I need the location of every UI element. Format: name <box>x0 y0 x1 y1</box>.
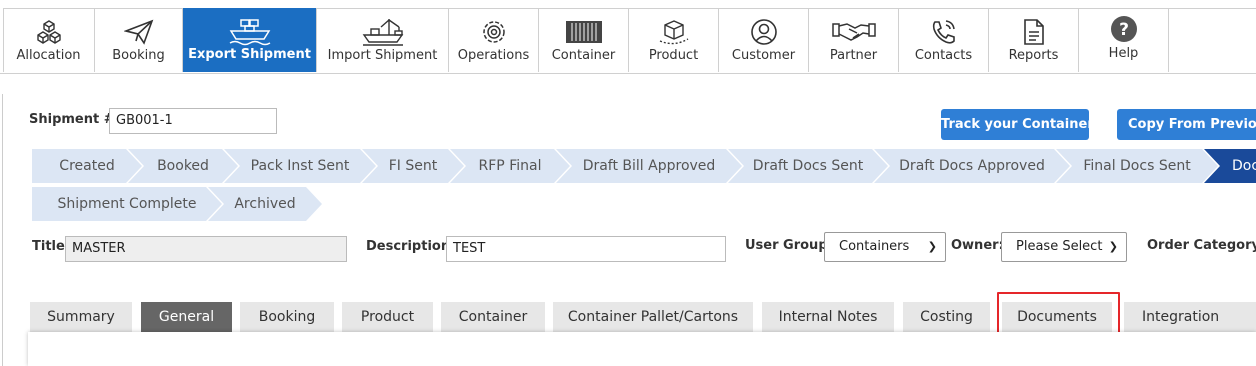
tab-costing[interactable]: Costing <box>903 302 990 333</box>
nav-label: Export Shipment <box>188 47 311 62</box>
tab-container-pallet-cartons[interactable]: Container Pallet/Cartons <box>553 302 753 333</box>
owner-value: Please Select <box>1016 239 1103 254</box>
status-step-draft-docs-approved[interactable]: Draft Docs Approved <box>874 149 1070 183</box>
user-icon <box>719 17 808 47</box>
user-group-label: User Group: <box>745 238 833 253</box>
status-step-fi-sent[interactable]: FI Sent <box>362 149 464 183</box>
status-step-archived[interactable]: Archived <box>208 187 322 221</box>
order-category-label: Order Category: <box>1147 238 1256 253</box>
nav-item-allocation[interactable]: Allocation <box>3 8 95 72</box>
chevron-down-icon: ❯ <box>1108 240 1118 253</box>
status-step-shipment-complete[interactable]: Shipment Complete <box>32 187 222 221</box>
description-input[interactable]: TEST <box>446 236 726 262</box>
document-icon <box>989 17 1078 47</box>
status-step-created[interactable]: Created <box>32 149 142 183</box>
status-step-final-docs-sent[interactable]: Final Docs Sent <box>1056 149 1218 183</box>
owner-select[interactable]: Please Select ❯ <box>1001 232 1127 262</box>
title-input[interactable]: MASTER <box>65 236 347 262</box>
status-step-draft-bill-approved[interactable]: Draft Bill Approved <box>556 149 742 183</box>
tab-summary[interactable]: Summary <box>30 302 132 333</box>
tab-integration[interactable]: Integration <box>1124 302 1256 333</box>
nav-item-import-shipment[interactable]: Import Shipment <box>317 8 449 72</box>
help-icon: ? <box>1079 14 1168 44</box>
nav-item-customer[interactable]: Customer <box>719 8 809 72</box>
nav-label: Customer <box>731 48 796 63</box>
nav-label: Help <box>1108 46 1139 61</box>
allocation-icon <box>3 17 94 47</box>
top-navigation: Allocation Booking Export Shipment Impor… <box>0 0 1256 74</box>
nav-label: Reports <box>1008 48 1059 63</box>
crane-ship-icon <box>317 17 448 47</box>
nav-item-help[interactable]: ? Help <box>1079 8 1169 72</box>
tab-general[interactable]: General <box>141 302 232 333</box>
nav-item-reports[interactable]: Reports <box>989 8 1079 72</box>
status-step-draft-docs-sent[interactable]: Draft Docs Sent <box>728 149 888 183</box>
status-step-pack-inst-sent[interactable]: Pack Inst Sent <box>224 149 376 183</box>
tab-product[interactable]: Product <box>342 302 433 333</box>
box-icon <box>629 17 718 47</box>
nav-item-product[interactable]: Product <box>629 8 719 72</box>
nav-label: Allocation <box>16 48 81 63</box>
chevron-down-icon: ❯ <box>927 240 937 253</box>
status-step-rfp-final[interactable]: RFP Final <box>450 149 570 183</box>
nav-item-export-shipment[interactable]: Export Shipment <box>183 8 317 72</box>
gear-icon <box>449 17 538 47</box>
tab-internal-notes[interactable]: Internal Notes <box>762 302 894 333</box>
user-group-value: Containers <box>839 239 910 254</box>
nav-label: Container <box>551 48 616 63</box>
svg-text:?: ? <box>1119 20 1129 40</box>
paper-plane-icon <box>95 17 182 47</box>
track-container-button[interactable]: Track your Container <box>941 109 1089 140</box>
tab-content-panel <box>28 332 1256 366</box>
nav-label: Booking <box>112 48 165 63</box>
content-left-border <box>2 94 3 366</box>
owner-label: Owner: <box>951 238 1004 253</box>
nav-item-container[interactable]: Container <box>539 8 629 72</box>
nav-label: Import Shipment <box>327 48 438 63</box>
ship-icon <box>183 17 316 47</box>
nav-label: Partner <box>829 48 878 63</box>
copy-from-previous-button[interactable]: Copy From Previous I <box>1117 109 1256 140</box>
handshake-icon <box>809 17 898 47</box>
nav-item-contacts[interactable]: Contacts <box>899 8 989 72</box>
nav-label: Product <box>648 48 699 63</box>
shipment-number-label: Shipment #: <box>29 112 120 127</box>
nav-item-operations[interactable]: Operations <box>449 8 539 72</box>
description-label: Description: <box>366 239 456 254</box>
shipment-number-input[interactable]: GB001-1 <box>109 108 277 134</box>
nav-label: Contacts <box>914 48 973 63</box>
tab-container[interactable]: Container <box>441 302 545 333</box>
nav-item-booking[interactable]: Booking <box>95 8 183 72</box>
phone-icon <box>899 17 988 47</box>
tab-booking[interactable]: Booking <box>240 302 334 333</box>
nav-label: Operations <box>457 48 530 63</box>
container-icon <box>539 17 628 47</box>
status-step-booked[interactable]: Booked <box>128 149 238 183</box>
user-group-select[interactable]: Containers ❯ <box>824 232 946 262</box>
nav-item-partner[interactable]: Partner <box>809 8 899 72</box>
